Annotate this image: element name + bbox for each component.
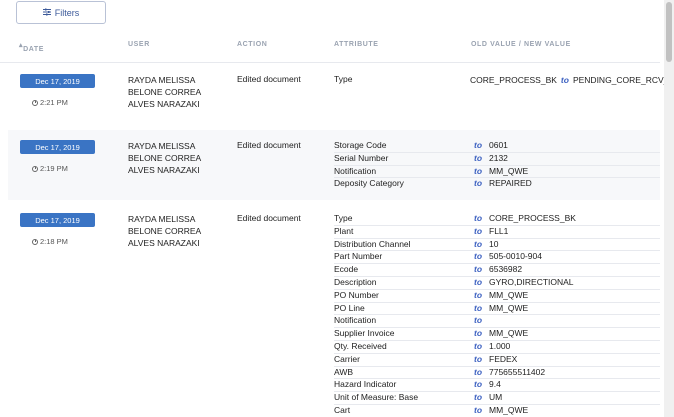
table-header: ▴ DATE USER ACTION ATTRIBUTE OLD VALUE /… (0, 36, 660, 63)
attribute-list: Type to CORE_PROCESS_BK Plant to FLL1 Distri… (334, 213, 660, 417)
sliders-icon (42, 8, 51, 18)
attribute-row: Carrier to FEDEX (334, 354, 660, 367)
clock-icon (32, 99, 38, 106)
attribute-column-header: ATTRIBUTE (334, 41, 379, 48)
filters-label: Filters (54, 7, 80, 18)
attribute-row: Supplier Invoice to MM_QWE (334, 328, 660, 341)
attribute-row: Hazard Indicator to 9.4 (334, 379, 660, 393)
history-entry: Dec 17, 2019 2:19 PM RAYDA MELISSA BELON… (8, 130, 660, 200)
user-name: RAYDA MELISSA BELONE CORREA ALVES NARAZA… (128, 75, 201, 109)
date-badge: Dec 17, 2019 (20, 74, 95, 88)
history-entry: Dec 17, 2019 2:21 PM RAYDA MELISSA BELON… (8, 64, 674, 128)
attribute-list: Storage Code to 0601 Serial Number to 2132 N… (334, 140, 660, 191)
attribute-row: Distribution Channel to 10 (334, 239, 660, 252)
attribute-row: Qty. Received to 1.000 (334, 341, 660, 354)
attribute-row: Notification to (334, 315, 660, 329)
attribute-row: PO Line to MM_QWE (334, 303, 660, 316)
attribute-row: Deposity Category to REPAIRED (334, 178, 532, 189)
attribute-row: Serial Number to 2132 (334, 153, 660, 166)
user-column-header: USER (128, 41, 150, 48)
vertical-scrollbar[interactable] (664, 0, 674, 417)
user-name: RAYDA MELISSA BELONE CORREA ALVES NARAZA… (128, 141, 201, 175)
attribute-row: Unit of Measure: Base to UM (334, 392, 660, 405)
attribute-row: Storage Code to 0601 (334, 140, 660, 153)
new-value: PENDING_CORE_RCV_BK (572, 75, 674, 85)
time-label: 2:18 PM (32, 237, 68, 246)
action-label: Edited document (237, 213, 301, 223)
date-badge: Dec 17, 2019 (20, 213, 95, 227)
attribute-row: AWB to 775655511402 (334, 367, 660, 380)
attribute-row: Ecode to 6536982 (334, 264, 660, 277)
time-label: 2:19 PM (32, 164, 68, 173)
action-column-header: ACTION (237, 41, 268, 48)
action-label: Edited document (237, 74, 301, 84)
clock-icon (32, 165, 38, 172)
attribute-row: PO Number to MM_QWE (334, 290, 660, 303)
scrollbar-thumb[interactable] (666, 2, 672, 62)
value-change: CORE_PROCESS_BK to PENDING_CORE_RCV_BK (470, 74, 674, 86)
attribute-row: Plant to FLL1 (334, 226, 660, 239)
values-column-header: OLD VALUE / NEW VALUE (471, 41, 571, 48)
old-value: CORE_PROCESS_BK (470, 75, 557, 85)
attribute-row: Cart to MM_QWE (334, 404, 529, 415)
attribute-row: Notification to MM_QWE (334, 166, 660, 179)
attribute-row: Type to CORE_PROCESS_BK (334, 213, 660, 226)
action-label: Edited document (237, 140, 301, 150)
date-badge: Dec 17, 2019 (20, 140, 95, 154)
history-entry: Dec 17, 2019 2:18 PM RAYDA MELISSA BELON… (8, 203, 660, 417)
time-label: 2:21 PM (32, 98, 68, 107)
attribute-name: Type (334, 74, 353, 84)
user-name: RAYDA MELISSA BELONE CORREA ALVES NARAZA… (128, 214, 201, 248)
to-word: to (560, 75, 569, 85)
clock-icon (32, 238, 38, 245)
date-column-header[interactable]: ▴ DATE (19, 41, 43, 53)
attribute-row: Description to GYRO,DIRECTIONAL (334, 277, 660, 290)
attribute-row: Part Number to 505-0010-904 (334, 251, 660, 265)
filters-button[interactable]: Filters (16, 1, 106, 24)
